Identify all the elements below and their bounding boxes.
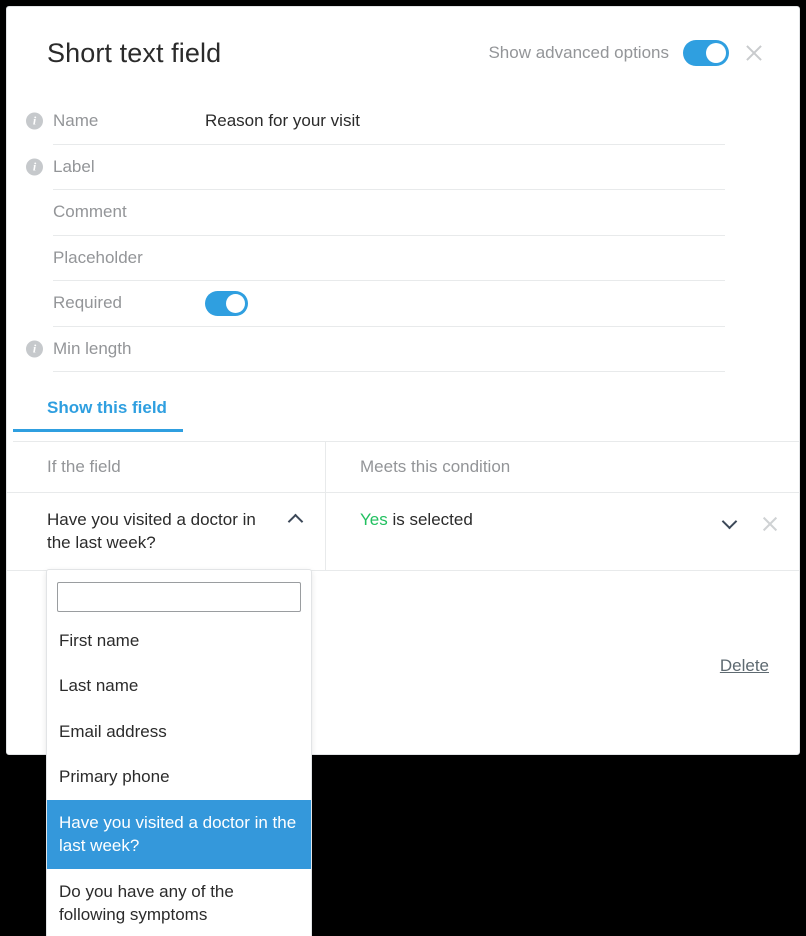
list-item[interactable]: Email address xyxy=(47,709,311,754)
condition-selected-value: Yes xyxy=(360,510,388,529)
property-label: Name xyxy=(53,111,99,131)
dropdown-search-wrap xyxy=(47,570,311,618)
remove-condition-icon[interactable] xyxy=(761,515,779,533)
list-item[interactable]: Primary phone xyxy=(47,754,311,799)
property-label: Required xyxy=(53,293,122,313)
info-icon[interactable]: i xyxy=(26,340,43,358)
advanced-options-label: Show advanced options xyxy=(488,43,669,62)
column-header-if-the-field: If the field xyxy=(7,442,326,492)
list-item[interactable]: First name xyxy=(47,618,311,663)
header-actions: Show advanced options xyxy=(488,40,765,66)
column-header-label: If the field xyxy=(47,457,121,476)
screen-root: Short text field Show advanced options i… xyxy=(0,0,806,936)
name-field-value[interactable]: Reason for your visit xyxy=(205,111,360,131)
advanced-options-toggle[interactable] xyxy=(683,40,729,66)
condition-field-label: Have you visited a doctor in the last we… xyxy=(47,510,256,553)
conditions-table-header: If the field Meets this condition xyxy=(7,442,799,493)
property-row-required[interactable]: Required xyxy=(53,281,725,327)
list-item[interactable]: Last name xyxy=(47,663,311,708)
condition-value-label: Yes is selected xyxy=(360,508,777,531)
property-row-placeholder[interactable]: Placeholder xyxy=(53,236,725,281)
info-icon[interactable]: i xyxy=(26,112,43,130)
list-item-selected[interactable]: Have you visited a doctor in the last we… xyxy=(47,799,311,869)
tab-show-this-field[interactable]: Show this field xyxy=(13,398,183,432)
field-select-dropdown: First name Last name Email address Prima… xyxy=(46,569,312,936)
column-header-label: Meets this condition xyxy=(360,457,511,476)
property-label: Comment xyxy=(53,202,127,222)
condition-field-cell[interactable]: Have you visited a doctor in the last we… xyxy=(7,493,326,570)
toggle-knob xyxy=(706,43,726,63)
tab-strip: Show this field xyxy=(13,398,799,442)
property-label: Placeholder xyxy=(53,247,143,267)
property-rows: i Name Reason for your visit i Label Com… xyxy=(7,99,799,372)
dropdown-search-input[interactable] xyxy=(57,582,301,612)
property-label: Min length xyxy=(53,338,132,358)
close-icon[interactable] xyxy=(743,42,765,64)
modal-header: Short text field Show advanced options xyxy=(7,7,799,99)
delete-link[interactable]: Delete xyxy=(720,656,769,676)
list-item[interactable]: Do you have any of the following symptom… xyxy=(47,869,311,936)
toggle-knob xyxy=(226,293,245,313)
property-row-name[interactable]: i Name Reason for your visit xyxy=(26,99,725,145)
info-icon[interactable]: i xyxy=(26,158,43,176)
property-row-comment[interactable]: Comment xyxy=(53,190,725,236)
required-toggle[interactable] xyxy=(205,290,248,316)
table-row: Have you visited a doctor in the last we… xyxy=(7,493,799,571)
chevron-down-icon[interactable] xyxy=(723,515,737,529)
conditions-table: If the field Meets this condition Have y… xyxy=(7,442,799,571)
chevron-up-icon[interactable] xyxy=(289,513,303,527)
condition-operator-text: is selected xyxy=(387,510,473,529)
property-row-min-length[interactable]: i Min length xyxy=(26,327,725,372)
condition-value-cell[interactable]: Yes is selected xyxy=(326,493,799,570)
page-title: Short text field xyxy=(47,37,222,68)
column-header-meets-this-condition: Meets this condition xyxy=(326,442,799,492)
property-label: Label xyxy=(53,156,95,176)
property-row-label[interactable]: i Label xyxy=(26,145,725,190)
